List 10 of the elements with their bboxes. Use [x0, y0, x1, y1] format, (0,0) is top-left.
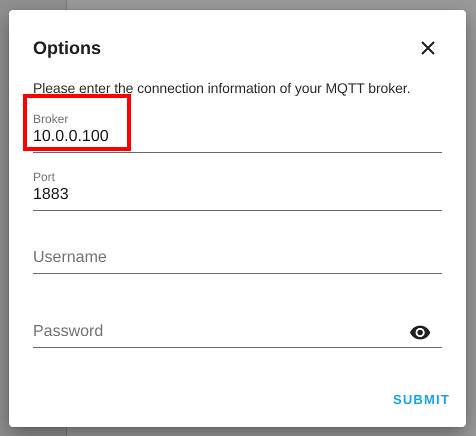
password-field[interactable]: Password	[33, 323, 410, 341]
dialog-description: Please enter the connection information of your MQTT broker.	[33, 80, 412, 96]
field-label: Port	[33, 170, 56, 184]
close-icon	[420, 40, 436, 56]
field-label: Broker	[33, 112, 70, 126]
eye-icon[interactable]	[410, 324, 430, 340]
text-field[interactable]: 1883	[33, 186, 442, 210]
dialog-title: Options	[33, 38, 101, 58]
text-field[interactable]: Username	[33, 249, 442, 273]
text-field[interactable]: 10.0.0.100	[33, 128, 442, 152]
